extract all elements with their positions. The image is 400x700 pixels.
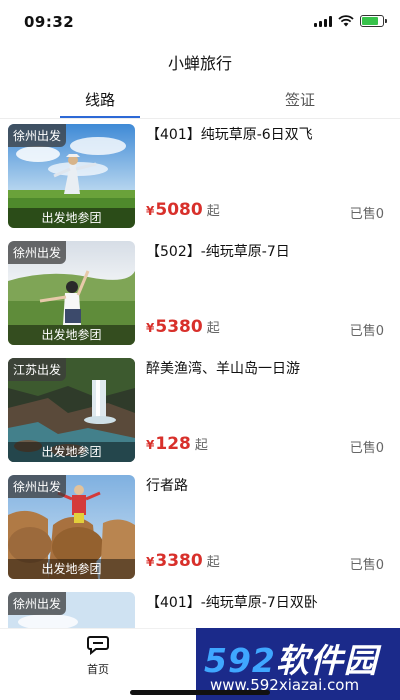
watermark-logo: 592软件园 — [204, 634, 378, 682]
sold-count: 已售0 — [349, 207, 384, 222]
route-title[interactable]: 行者路 — [146, 475, 386, 495]
route-card[interactable]: 徐州出发 出发地参团 行者路 ¥ 3380 起 已售0 — [0, 471, 400, 588]
currency-symbol: ¥ — [146, 555, 155, 569]
thumb-footer-label: 出发地参团 — [8, 442, 135, 462]
price-value: 3380 — [155, 551, 203, 571]
price-suffix: 起 — [206, 204, 220, 219]
page-title: 小蝉旅行 — [167, 54, 232, 73]
nav-home-label: 首页 — [87, 663, 109, 676]
status-icons — [314, 15, 387, 27]
route-thumbnail[interactable]: 徐州出发 出发地参团 — [8, 475, 135, 579]
route-list: 徐州出发 出发地参团 【401】纯玩草原-6日双飞 ¥ 5080 起 已售0 徐… — [0, 120, 400, 700]
departure-badge: 徐州出发 — [8, 241, 67, 264]
price: ¥ 128 起 — [146, 434, 208, 454]
departure-badge: 徐州出发 — [8, 124, 67, 147]
route-thumbnail[interactable]: 徐州出发 出发地参团 — [8, 124, 135, 228]
price-suffix: 起 — [206, 321, 220, 336]
departure-badge: 江苏出发 — [8, 358, 67, 381]
status-bar: 09:32 — [0, 0, 400, 44]
price-value: 5080 — [155, 200, 203, 220]
currency-symbol: ¥ — [146, 204, 155, 218]
price-value: 128 — [155, 434, 191, 454]
price: ¥ 5080 起 — [146, 200, 220, 220]
route-card[interactable]: 江苏出发 出发地参团 醉美渔湾、羊山岛一日游 ¥ 128 起 已售0 — [0, 354, 400, 471]
route-title[interactable]: 【401】-纯玩草原-7日双卧 — [146, 592, 386, 612]
departure-badge: 徐州出发 — [8, 592, 67, 615]
route-title[interactable]: 【401】纯玩草原-6日双飞 — [146, 124, 386, 144]
route-card[interactable]: 徐州出发 出发地参团 【401】纯玩草原-6日双飞 ¥ 5080 起 已售0 — [0, 120, 400, 237]
thumb-footer-label: 出发地参团 — [8, 325, 135, 345]
price-suffix: 起 — [206, 555, 220, 570]
tab-visa[interactable]: 签证 — [200, 86, 400, 118]
nav-home[interactable]: 首页 — [68, 635, 128, 677]
watermark-logo-text: 软件园 — [275, 641, 378, 680]
currency-symbol: ¥ — [146, 438, 155, 452]
wifi-icon — [338, 15, 354, 27]
home-indicator — [130, 690, 270, 695]
currency-symbol: ¥ — [146, 321, 155, 335]
cellular-signal-icon — [314, 15, 332, 27]
sold-count: 已售0 — [349, 558, 384, 573]
price: ¥ 3380 起 — [146, 551, 220, 571]
tab-routes[interactable]: 线路 — [0, 86, 200, 118]
status-time: 09:32 — [24, 13, 75, 31]
route-title[interactable]: 【502】-纯玩草原-7日 — [146, 241, 386, 261]
watermark-logo-number: 592 — [204, 641, 276, 680]
sold-count: 已售0 — [349, 324, 384, 339]
departure-badge: 徐州出发 — [8, 475, 67, 498]
price-suffix: 起 — [194, 438, 208, 453]
tab-divider — [0, 118, 400, 119]
tab-bar: 线路 签证 — [0, 86, 400, 118]
route-thumbnail[interactable]: 江苏出发 出发地参团 — [8, 358, 135, 462]
thumb-footer-label: 出发地参团 — [8, 208, 135, 228]
battery-icon — [360, 15, 387, 27]
battery-level — [362, 17, 378, 25]
chat-bubble-icon — [87, 636, 109, 656]
route-thumbnail[interactable]: 徐州出发 出发地参团 — [8, 241, 135, 345]
sold-count: 已售0 — [349, 441, 384, 456]
thumb-footer-label: 出发地参团 — [8, 559, 135, 579]
route-card[interactable]: 徐州出发 出发地参团 【502】-纯玩草原-7日 ¥ 5380 起 已售0 — [0, 237, 400, 354]
route-title[interactable]: 醉美渔湾、羊山岛一日游 — [146, 358, 386, 378]
price: ¥ 5380 起 — [146, 317, 220, 337]
price-value: 5380 — [155, 317, 203, 337]
